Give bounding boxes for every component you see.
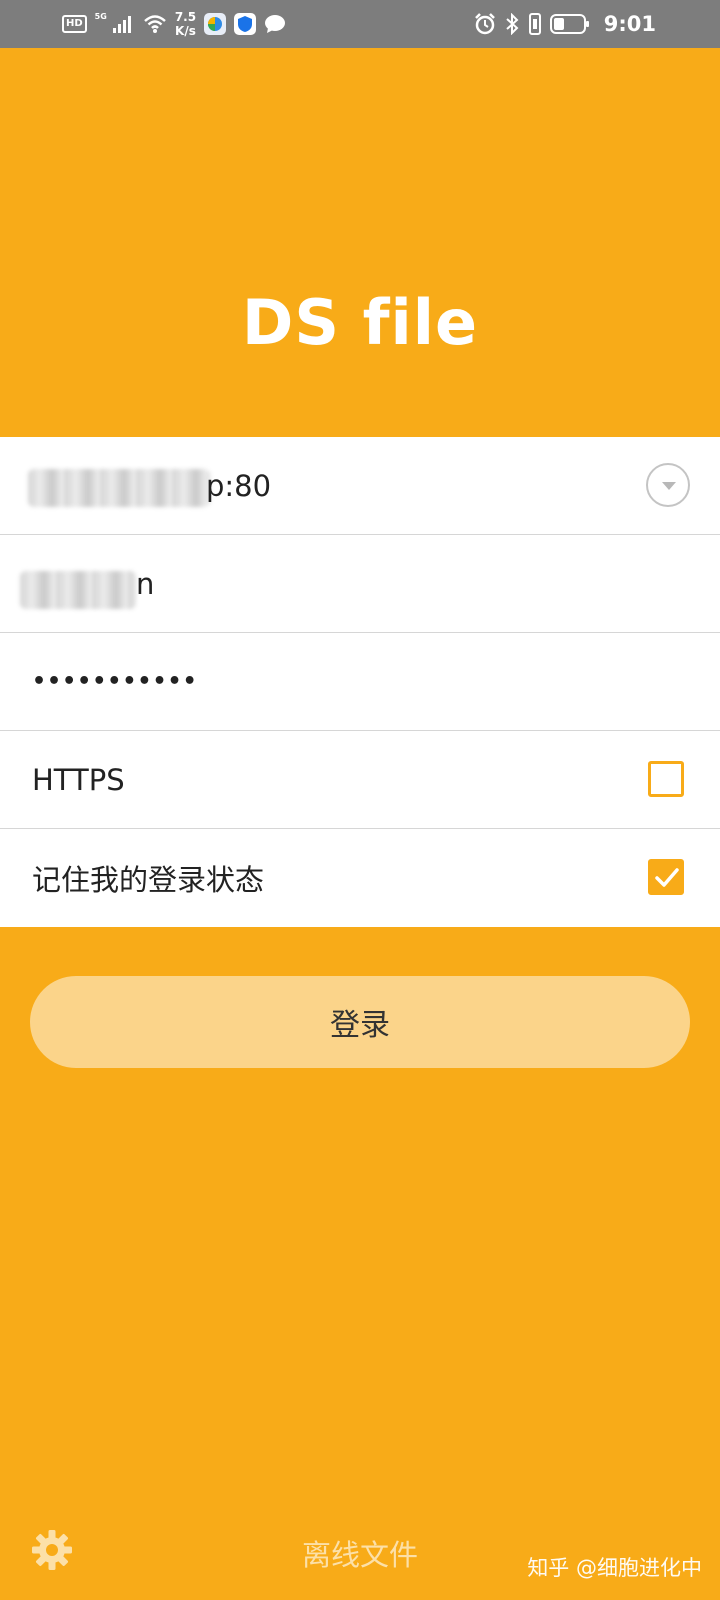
remember-login-label: 记住我的登录状态 [32, 863, 265, 897]
login-form: p:80 n ••••••••••• HTTPS 记住我的登录状态 [0, 437, 720, 927]
bluetooth-icon [506, 13, 519, 35]
battery-icon [549, 14, 589, 34]
https-label: HTTPS [32, 762, 125, 797]
password-value: ••••••••••• [32, 669, 198, 694]
alarm-icon [474, 13, 495, 35]
status-bar-left: HD 5G 7.5 K/s [62, 0, 286, 48]
remember-login-checkbox[interactable] [648, 859, 684, 895]
account-suffix: n [136, 566, 155, 601]
https-checkbox[interactable] [648, 761, 684, 797]
https-row[interactable]: HTTPS [0, 731, 720, 829]
redacted-server-address [28, 469, 210, 507]
status-time: 9:01 [603, 12, 656, 36]
redacted-account [20, 571, 136, 609]
browser-app-icon [204, 13, 227, 35]
account-field[interactable]: n [0, 535, 720, 633]
watermark: 知乎 @细胞进化中 [527, 1556, 702, 1580]
message-icon [265, 15, 286, 33]
login-button[interactable]: 登录 [30, 976, 690, 1068]
speed-value: 7.5 [174, 10, 197, 24]
server-address-suffix: p:80 [206, 468, 272, 503]
server-history-dropdown-button[interactable] [646, 463, 690, 507]
screen: HD 5G 7.5 K/s 9:01 DS file p:80 n ••••••… [0, 0, 720, 1600]
app-title: DS file [241, 286, 479, 359]
remember-login-row[interactable]: 记住我的登录状态 [0, 829, 720, 927]
network-speed: 7.5 K/s [175, 10, 196, 38]
server-address-field[interactable]: p:80 [0, 437, 720, 535]
status-bar-right: 9:01 [474, 0, 656, 48]
hd-badge: HD [62, 15, 87, 33]
speed-unit: K/s [175, 24, 196, 38]
password-field[interactable]: ••••••••••• [0, 633, 720, 731]
shield-app-icon [234, 13, 257, 35]
network-type: 5G [94, 12, 107, 21]
vibrate-icon [528, 13, 541, 35]
wifi-icon [143, 15, 166, 33]
checkmark-icon [655, 868, 679, 887]
signal-icon [112, 16, 131, 33]
status-bar: HD 5G 7.5 K/s 9:01 [0, 0, 720, 48]
